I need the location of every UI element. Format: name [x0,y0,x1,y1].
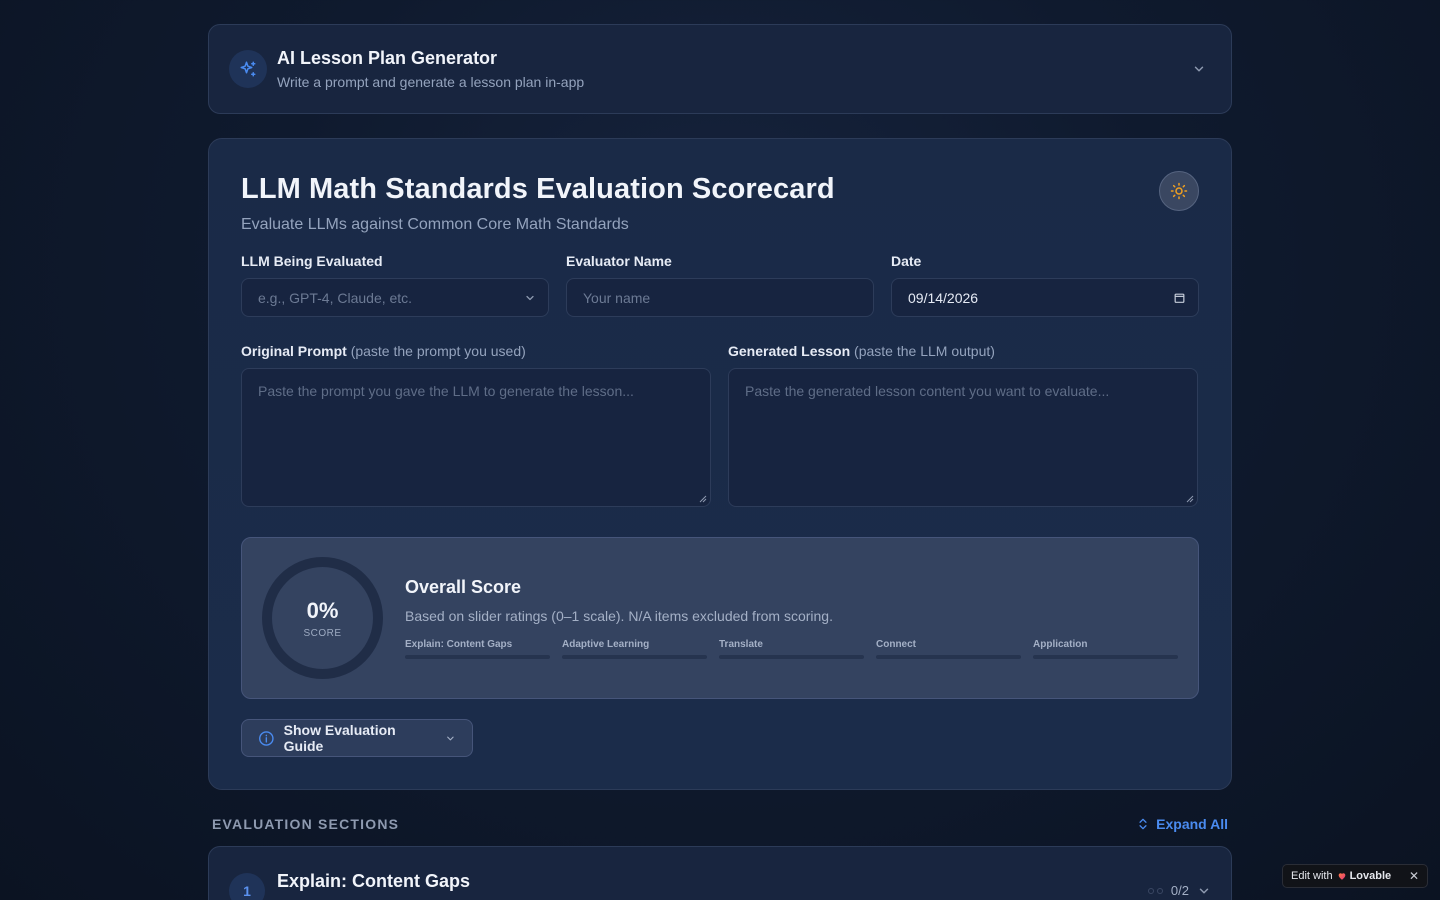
resize-handle-icon[interactable] [1186,495,1194,503]
score-bar-label: Explain: Content Gaps [405,639,513,650]
date-field: Date 09/14/2026 [891,253,1199,317]
section-progress-dots [1147,887,1163,894]
edit-with-lovable-badge[interactable]: Edit with Lovable ✕ [1282,864,1428,888]
score-bar: Connect [876,639,1021,659]
score-ring-label: SCORE [303,627,342,639]
date-value: 09/14/2026 [908,289,979,306]
chevrons-up-down-icon [1139,818,1147,830]
heart-icon [1338,873,1345,880]
prompt-label: Original Prompt (paste the prompt you us… [241,343,711,359]
page-subtitle: Evaluate LLMs against Common Core Math S… [241,216,629,233]
overall-score-title: Overall Score [405,577,522,597]
score-bar: Application [1033,639,1178,659]
llm-select[interactable]: e.g., GPT-4, Claude, etc. [241,278,549,317]
prompt-placeholder: Paste the prompt you gave the LLM to gen… [258,383,634,399]
section-count: 0/2 [1170,883,1189,898]
score-bar-track [562,655,707,659]
score-bar-track [1033,655,1178,659]
show-evaluation-guide-button[interactable]: Show Evaluation Guide [241,719,473,757]
chevron-down-icon[interactable] [1197,884,1211,898]
prompt-label-hint: (paste the prompt you used) [350,343,526,359]
guide-button-label: Show Evaluation Guide [283,722,396,754]
score-bar-track [719,655,864,659]
evaluator-input[interactable]: Your name [566,278,874,317]
badge-brand: Lovable [1349,870,1392,882]
score-percent: 0% [306,597,339,623]
prompt-label-text: Original Prompt [241,343,347,359]
evaluator-label: Evaluator Name [566,253,672,269]
chevron-down-icon [447,736,454,740]
section-title: Explain: Content Gaps [277,871,471,891]
badge-prefix: Edit with [1291,870,1333,882]
lovable-logo: Lovable [1337,870,1392,882]
date-label: Date [891,253,922,269]
info-icon [259,730,274,746]
date-input[interactable]: 09/14/2026 [891,278,1199,317]
generator-title: AI Lesson Plan Generator [277,48,498,68]
page-title: LLM Math Standards Evaluation Scorecard [241,173,835,205]
sun-icon [1170,182,1188,200]
score-bar-track [405,655,550,659]
overall-score-description: Based on slider ratings (0–1 scale). N/A… [405,608,833,624]
expand-all-label: Expand All [1156,816,1228,832]
lesson-generator-card[interactable]: AI Lesson Plan Generator Write a prompt … [208,24,1232,114]
evaluator-placeholder: Your name [583,289,651,306]
section-score-bars: Explain: Content Gaps Adaptive Learning … [405,639,1178,659]
score-bar: Translate [719,639,864,659]
expand-all-button[interactable]: Expand All [1136,816,1228,832]
score-bar-label: Connect [876,639,916,650]
theme-toggle-button[interactable] [1159,171,1199,211]
score-bar: Adaptive Learning [562,639,707,659]
lesson-label-hint: (paste the LLM output) [854,343,995,359]
score-bar-label: Application [1033,639,1088,650]
chevron-down-icon[interactable] [1187,57,1211,81]
score-bar-track [876,655,1021,659]
overall-score-card: 0% SCORE Overall Score Based on slider r… [241,537,1199,699]
lesson-textarea[interactable]: Paste the generated lesson content you w… [728,368,1198,507]
evaluator-field: Evaluator Name Your name [566,253,874,317]
scorecard-card: LLM Math Standards Evaluation Scorecard … [208,138,1232,790]
lesson-placeholder: Paste the generated lesson content you w… [745,383,1110,399]
sparkles-icon [229,50,267,88]
close-icon[interactable]: ✕ [1409,869,1419,883]
generator-subtitle: Write a prompt and generate a lesson pla… [277,74,585,90]
score-bar-label: Adaptive Learning [562,639,650,650]
progress-dot [1156,887,1163,894]
section-number-badge: 1 [229,873,265,900]
section-card-content-gaps[interactable]: 1 Explain: Content Gaps 0/2 [208,846,1232,900]
prompt-field: Original Prompt (paste the prompt you us… [241,343,711,507]
chevron-down-icon [524,292,536,304]
resize-handle-icon[interactable] [699,495,707,503]
score-bar-label: Translate [719,639,763,650]
llm-label: LLM Being Evaluated [241,253,383,269]
score-bar: Explain: Content Gaps [405,639,550,659]
score-ring: 0% SCORE [262,557,383,679]
progress-dot [1147,887,1154,894]
prompt-textarea[interactable]: Paste the prompt you gave the LLM to gen… [241,368,711,507]
calendar-icon[interactable] [1173,291,1186,304]
llm-placeholder: e.g., GPT-4, Claude, etc. [258,289,413,306]
evaluation-sections-header: EVALUATION SECTIONS Expand All [212,816,1228,832]
lesson-field: Generated Lesson (paste the LLM output) … [728,343,1198,507]
lesson-label: Generated Lesson (paste the LLM output) [728,343,1198,359]
evaluation-sections-title: EVALUATION SECTIONS [212,816,400,832]
lesson-label-text: Generated Lesson [728,343,851,359]
llm-field: LLM Being Evaluated e.g., GPT-4, Claude,… [241,253,549,317]
